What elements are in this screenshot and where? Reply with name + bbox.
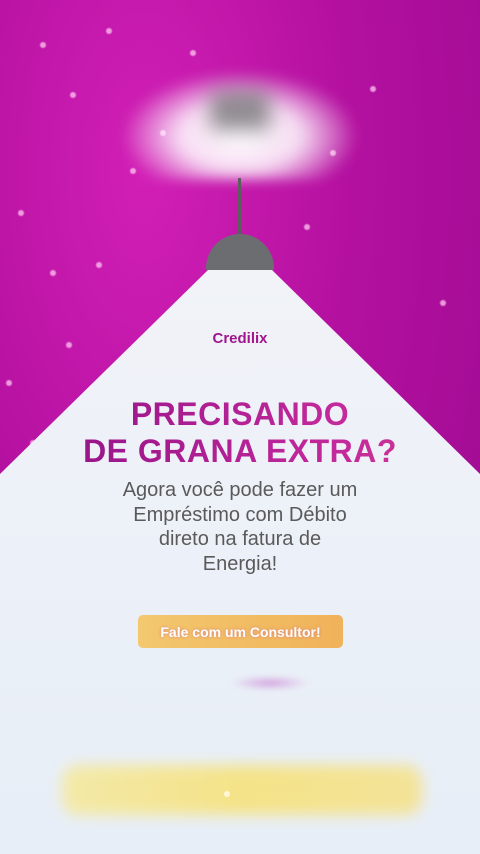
headline-line-2: DE GRANA EXTRA? bbox=[0, 433, 480, 470]
headline-line-1: PRECISANDO bbox=[0, 396, 480, 433]
bottom-dot bbox=[224, 791, 230, 797]
brand-logo: Credilix bbox=[212, 330, 268, 347]
subtitle-line-2: Empréstimo com Débito bbox=[133, 503, 347, 526]
subtitle-line-4: Energia! bbox=[202, 552, 278, 575]
lamp-fixture-blur bbox=[210, 90, 270, 130]
subtitle-line-3: direto na fatura de bbox=[158, 528, 322, 550]
subtitle-line-1: Agora você pode fazer um bbox=[122, 479, 358, 501]
button-shadow bbox=[230, 676, 310, 690]
subtitle: Agora você pode fazer um Empréstimo com … bbox=[80, 478, 400, 576]
blurred-bottom-bar bbox=[62, 765, 422, 815]
lamp-cord bbox=[238, 178, 241, 236]
contact-consultant-button[interactable]: Fale com um Consultor! bbox=[138, 615, 343, 648]
headline: PRECISANDO DE GRANA EXTRA? bbox=[0, 396, 480, 470]
